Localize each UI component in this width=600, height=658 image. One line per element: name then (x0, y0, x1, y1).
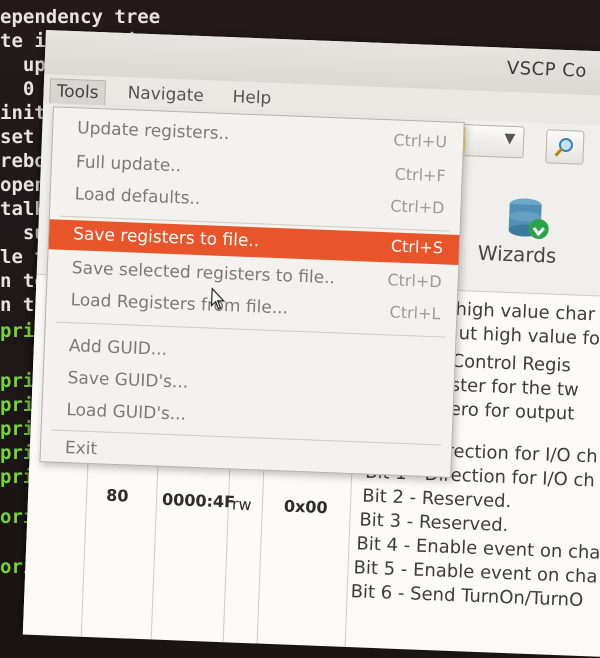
terminal-line: ependency tree (0, 6, 161, 28)
content-text: ero for output (449, 398, 575, 425)
menu-help[interactable]: Help (226, 85, 278, 111)
content-text: ut high value fo (458, 323, 600, 350)
register-access: rw (231, 494, 252, 515)
magnifier-icon (554, 138, 573, 157)
wizards-button[interactable]: Wizards (477, 195, 600, 270)
content-text: Control Regis (451, 350, 572, 377)
menu-navigate[interactable]: Navigate (121, 81, 210, 108)
content-text: high value char (455, 298, 596, 326)
content-text: ster for the tw (450, 374, 580, 401)
content-text: Bit 3 - Reserved. (359, 509, 509, 537)
database-wizard-icon (508, 198, 549, 240)
register-number: 80 (105, 485, 129, 506)
chevron-down-icon: ▼ (504, 130, 516, 148)
wizards-label: Wizards (477, 240, 557, 268)
tools-dropdown-menu: Update registers.. Ctrl+U Full update.. Ct… (39, 106, 465, 478)
register-address: 0000:4F (161, 489, 236, 512)
register-value: 0x00 (283, 496, 328, 518)
terminal-line: init (0, 102, 46, 124)
menu-tools[interactable]: Tools (49, 78, 107, 106)
window-title: VSCP Co (506, 57, 588, 82)
vscp-app-window: VSCP Co Tools Navigate Help ▼ Wizards hi… (22, 30, 600, 658)
content-text: Bit 2 - Reserved. (361, 485, 512, 513)
search-button[interactable] (545, 129, 585, 165)
mouse-cursor-icon (210, 287, 226, 310)
